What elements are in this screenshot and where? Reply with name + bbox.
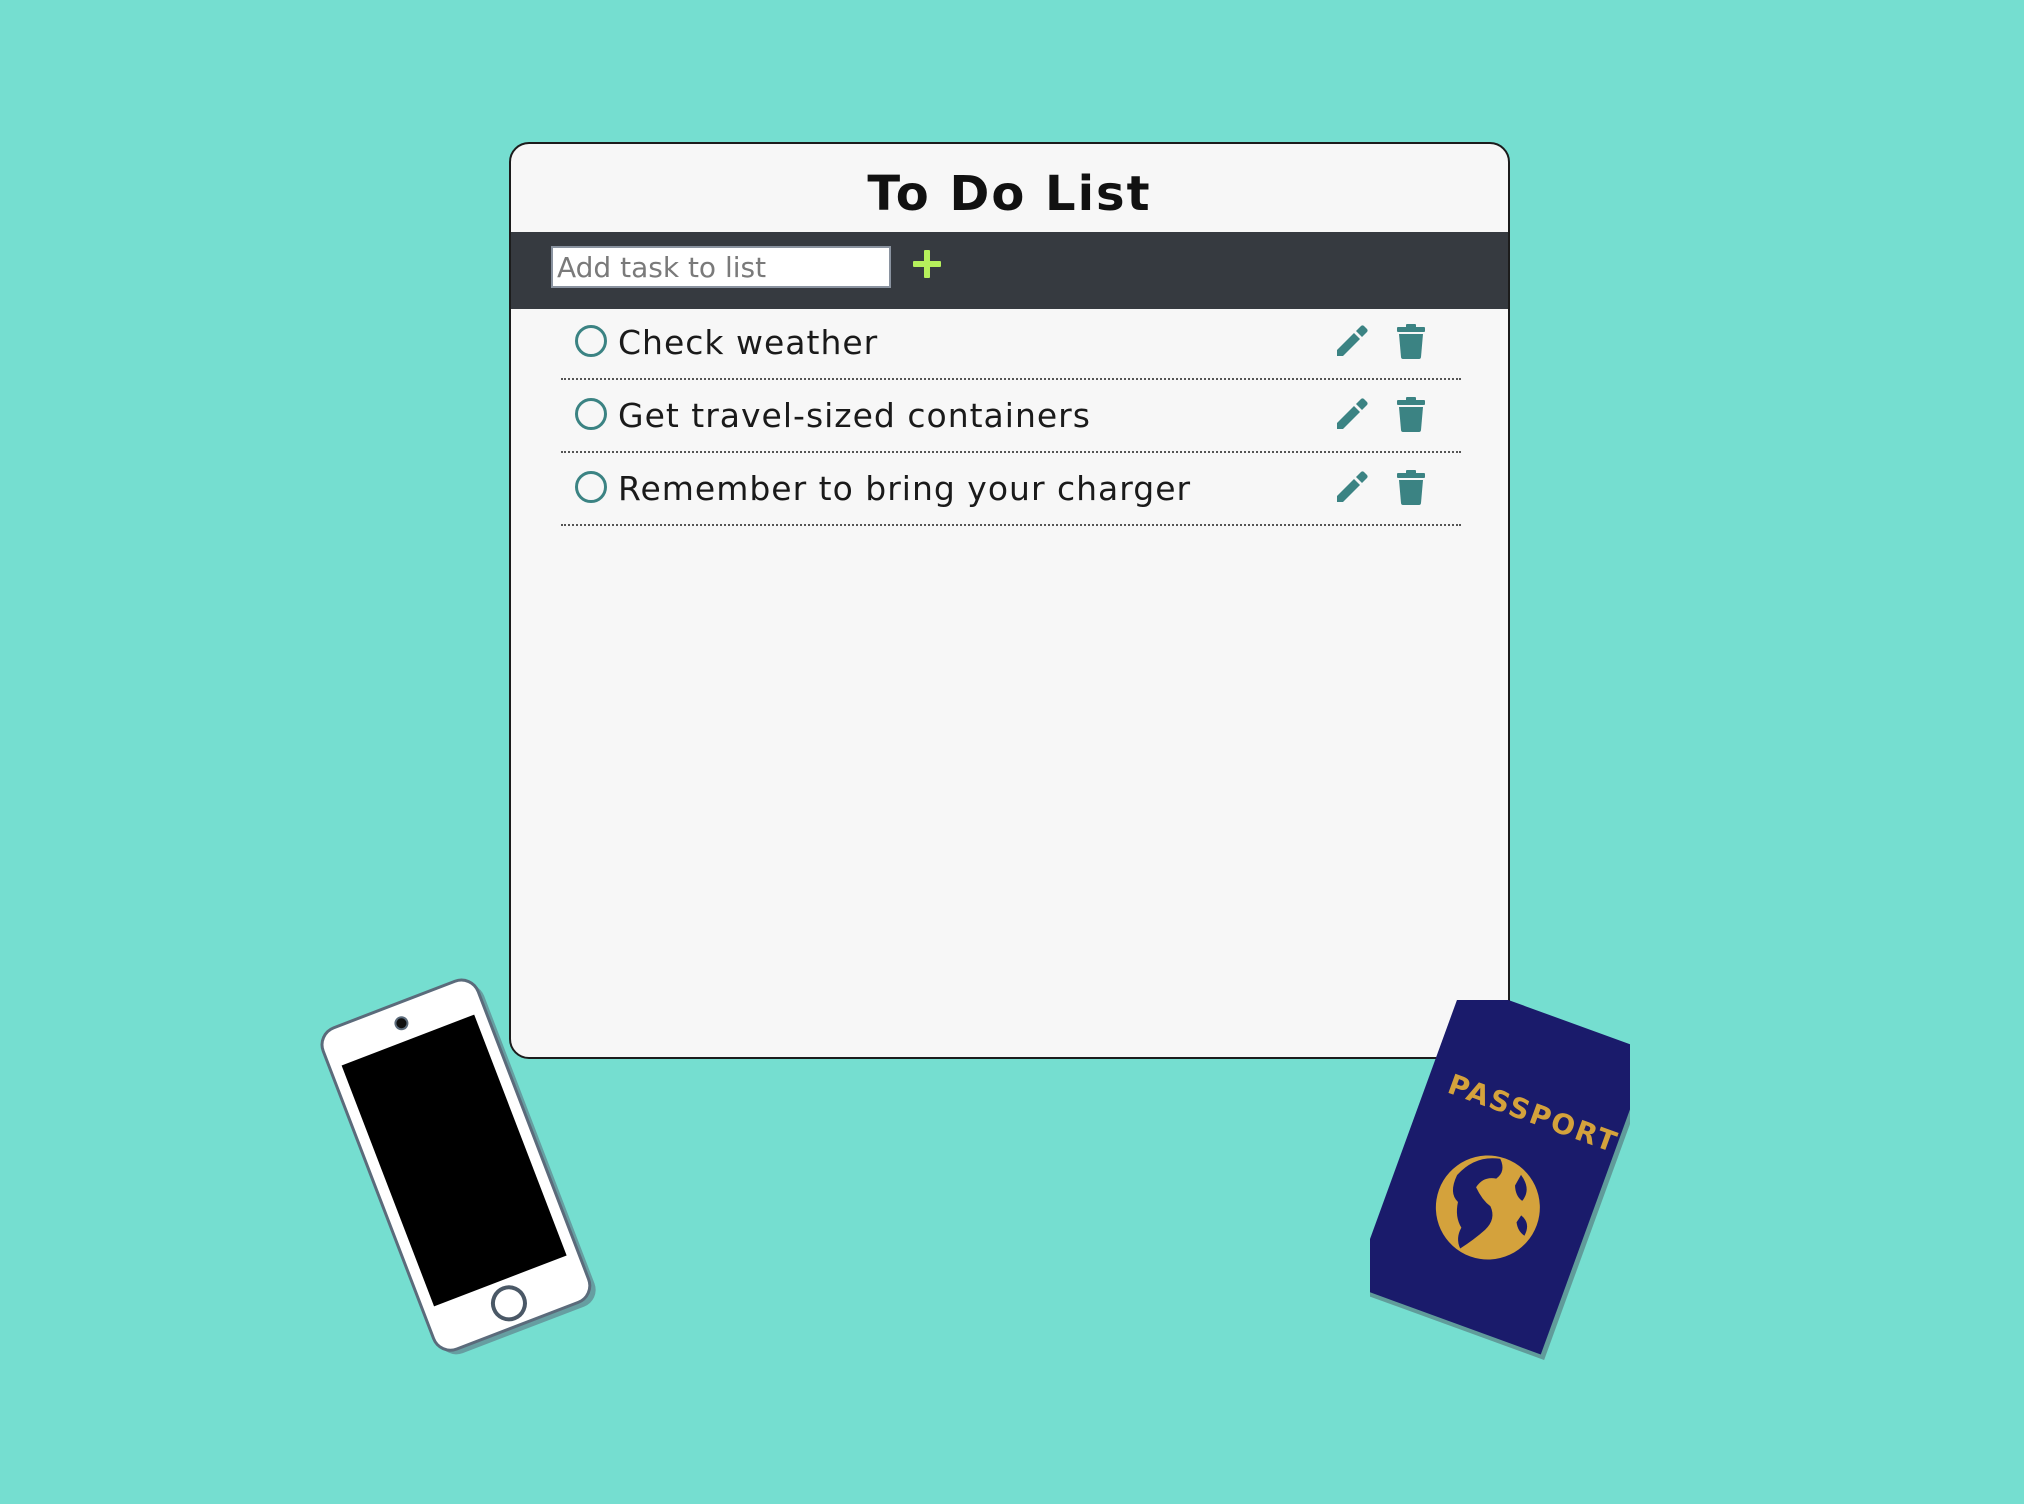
list-item: Get travel-sized containers (561, 380, 1461, 453)
add-task-input[interactable] (551, 246, 891, 288)
task-label: Get travel-sized containers (618, 396, 1091, 435)
task-checkbox-circle-icon[interactable] (575, 398, 607, 430)
task-label: Remember to bring your charger (618, 469, 1192, 508)
pencil-icon (1337, 471, 1368, 502)
edit-task-button[interactable] (1331, 467, 1371, 507)
list-item: Remember to bring your charger (561, 453, 1461, 526)
task-list: Check weather Get travel-sized container… (561, 307, 1461, 526)
delete-task-button[interactable] (1391, 321, 1431, 361)
todo-card: To Do List Check weather (509, 142, 1510, 1059)
trash-icon (1397, 470, 1425, 505)
plus-icon (913, 250, 941, 278)
trash-icon (1397, 324, 1425, 359)
add-task-bar (511, 232, 1508, 309)
pencil-icon (1337, 398, 1368, 429)
task-label: Check weather (618, 323, 879, 362)
pencil-icon (1337, 325, 1368, 356)
edit-task-button[interactable] (1331, 321, 1371, 361)
page-title: To Do List (867, 166, 1152, 222)
list-item: Check weather (561, 307, 1461, 380)
delete-task-button[interactable] (1391, 467, 1431, 507)
add-task-button[interactable] (905, 242, 949, 286)
task-checkbox-circle-icon[interactable] (575, 471, 607, 503)
trash-icon (1397, 397, 1425, 432)
delete-task-button[interactable] (1391, 394, 1431, 434)
passport-icon: PASSPORT (1370, 1000, 1630, 1360)
edit-task-button[interactable] (1331, 394, 1371, 434)
task-checkbox-circle-icon[interactable] (575, 325, 607, 357)
